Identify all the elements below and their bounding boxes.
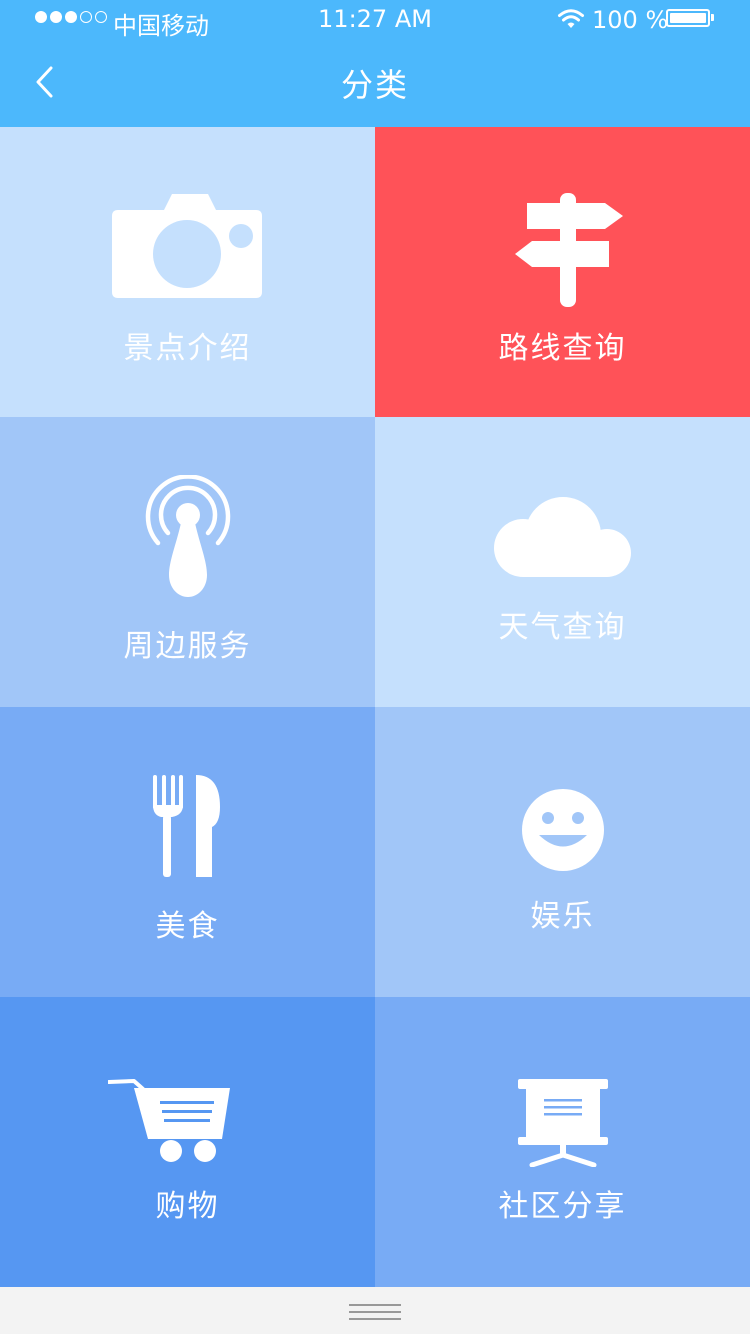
- battery-percentage: 100 %: [592, 6, 669, 34]
- signpost-icon: [515, 193, 623, 307]
- camera-icon: [112, 194, 262, 298]
- category-tile-nearby[interactable]: 周边服务: [0, 417, 375, 707]
- smiley-icon: [522, 789, 604, 871]
- category-tile-route[interactable]: 路线查询: [375, 127, 750, 417]
- category-label: 天气查询: [498, 610, 627, 645]
- page-title: 分类: [340, 66, 409, 104]
- location-signal-icon: [145, 475, 231, 597]
- cloud-icon: [494, 497, 631, 577]
- category-tile-weather[interactable]: 天气查询: [375, 417, 750, 707]
- category-label: 景点介绍: [123, 331, 252, 366]
- category-label: 社区分享: [498, 1189, 627, 1224]
- header: 中国移动 11:27 AM 100 % 分类: [0, 0, 750, 127]
- battery-icon: [666, 9, 710, 27]
- bottom-bar: [0, 1294, 750, 1334]
- category-tile-community[interactable]: 社区分享: [375, 997, 750, 1287]
- drag-handle-icon[interactable]: [349, 1304, 401, 1325]
- fork-knife-icon: [153, 775, 220, 877]
- category-tile-food[interactable]: 美食: [0, 707, 375, 997]
- category-tile-entertainment[interactable]: 娱乐: [375, 707, 750, 997]
- battery-tip: [711, 14, 714, 21]
- category-tile-shopping[interactable]: 购物: [0, 997, 375, 1287]
- category-label: 娱乐: [530, 899, 595, 934]
- category-label: 路线查询: [498, 331, 627, 366]
- category-label: 周边服务: [123, 629, 252, 664]
- category-label: 美食: [155, 909, 220, 944]
- wifi-icon: [558, 9, 584, 28]
- presentation-board-icon: [518, 1079, 608, 1167]
- category-tile-scenic[interactable]: 景点介绍: [0, 127, 375, 417]
- shopping-cart-icon: [108, 1079, 230, 1162]
- category-label: 购物: [155, 1189, 220, 1224]
- status-bar: 中国移动 11:27 AM 100 %: [0, 0, 750, 40]
